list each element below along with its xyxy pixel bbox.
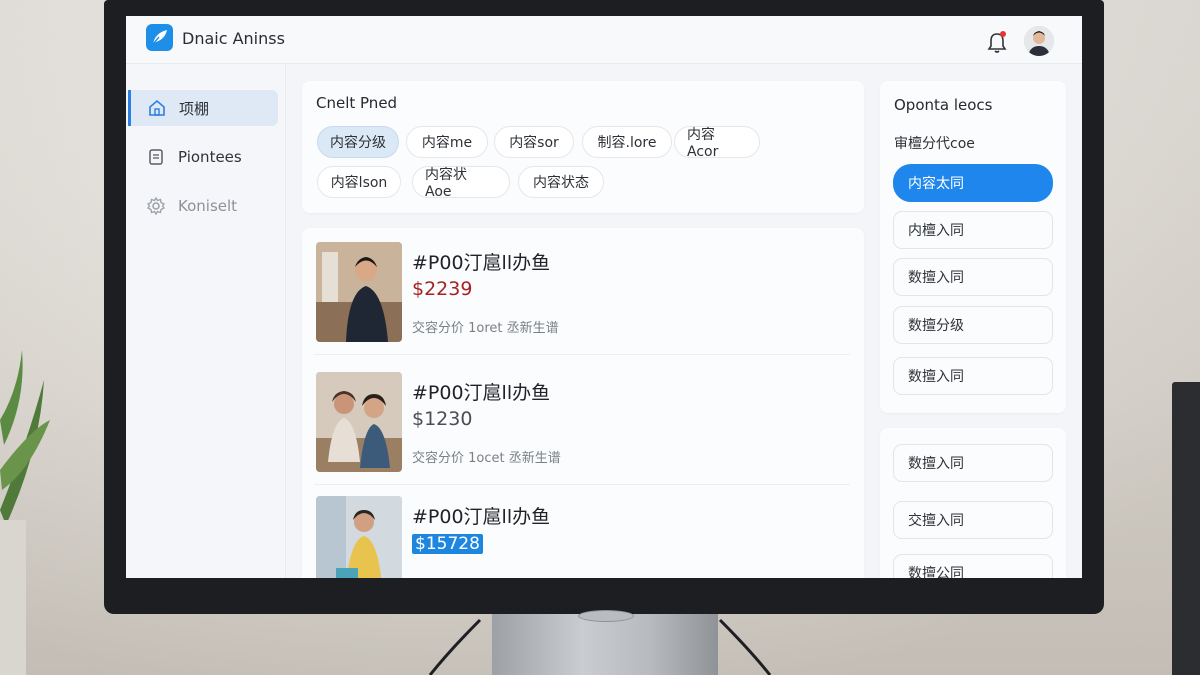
- background-object: [1172, 382, 1200, 675]
- item-list: #P00汀扈ll办鱼 $2239 交容分价 1oret 丞新生谱 #P00汀扈l…: [302, 228, 864, 578]
- item-meta: 交容分价 1ocet 丞新生谱: [412, 451, 561, 466]
- filter-chip[interactable]: 内容lson: [317, 166, 401, 198]
- option-button[interactable]: 数擅公同: [893, 554, 1053, 578]
- sidebar-item-home[interactable]: 项棚: [128, 90, 278, 126]
- options-panel-secondary: 数擅入同 交擅入同 数擅公同: [880, 428, 1066, 578]
- list-item[interactable]: #P00汀扈ll办鱼 $2239 交容分价 1oret 丞新生谱: [314, 228, 850, 346]
- options-panel-title: Oponta leocs: [894, 96, 993, 114]
- gear-icon: [147, 196, 165, 216]
- item-price: $1230: [412, 408, 473, 430]
- stand-ring: [578, 610, 634, 622]
- option-button[interactable]: 内容太同: [893, 164, 1053, 202]
- app-logo-icon[interactable]: [146, 24, 173, 51]
- sidebar-item-label: Piontees: [178, 148, 242, 166]
- filter-chip[interactable]: 内容分级: [317, 126, 399, 158]
- options-panel-subtitle: 审檀分代coe: [894, 136, 975, 152]
- item-title: #P00汀扈ll办鱼: [412, 506, 551, 528]
- user-avatar[interactable]: [1024, 26, 1054, 56]
- screen: Dnaic Aninss 项棚 Piontees Koniselt Cnelt …: [126, 16, 1082, 578]
- notification-dot: [1000, 31, 1006, 37]
- filter-chip[interactable]: 内容me: [406, 126, 488, 158]
- app-title: Dnaic Aninss: [182, 29, 285, 48]
- list-item[interactable]: #P00汀扈ll办鱼 $15728: [314, 482, 850, 578]
- document-icon: [149, 149, 163, 165]
- filter-panel: Cnelt Pned 内容分级 内容me 内容sor 制容.lore 内容 Ac…: [302, 81, 864, 213]
- filter-chip[interactable]: 内容 Acor: [674, 126, 760, 160]
- item-price-highlighted: $15728: [412, 534, 483, 554]
- item-thumbnail: [316, 372, 402, 472]
- item-thumbnail: [316, 242, 402, 342]
- option-button[interactable]: 数擅入同: [893, 444, 1053, 482]
- list-item[interactable]: #P00汀扈ll办鱼 $1230 交容分价 1ocet 丞新生谱: [314, 358, 850, 476]
- notification-bell-icon[interactable]: [986, 30, 1008, 54]
- option-button[interactable]: 数擅入同: [893, 258, 1053, 296]
- filter-chip[interactable]: 内容状态: [518, 166, 604, 198]
- sidebar: 项棚 Piontees Koniselt: [126, 64, 286, 578]
- list-divider: [314, 354, 850, 355]
- sidebar-item-label: 项棚: [179, 99, 210, 118]
- option-button[interactable]: 交擅入同: [893, 501, 1053, 539]
- sidebar-item-label: Koniselt: [178, 197, 238, 215]
- plant-leaves: [0, 350, 50, 675]
- filter-chip[interactable]: 内容状 Aoe: [412, 166, 510, 200]
- item-price: $15728: [412, 532, 483, 554]
- top-bar: Dnaic Aninss: [126, 16, 1082, 64]
- item-meta: 交容分价 1oret 丞新生谱: [412, 321, 559, 336]
- filter-chip[interactable]: 内容sor: [494, 126, 574, 158]
- item-thumbnail: [316, 496, 402, 578]
- option-button[interactable]: 数擅入同: [893, 357, 1053, 395]
- options-panel: Oponta leocs 审檀分代coe 内容太同 内檀入同 数擅入同 数擅分级…: [880, 81, 1066, 413]
- item-title: #P00汀扈ll办鱼: [412, 252, 551, 274]
- home-icon: [149, 99, 165, 116]
- item-title: #P00汀扈ll办鱼: [412, 382, 551, 404]
- sidebar-item-koniselt[interactable]: Koniselt: [128, 188, 278, 224]
- item-price: $2239: [412, 278, 473, 300]
- option-button[interactable]: 数擅分级: [893, 306, 1053, 344]
- filter-panel-title: Cnelt Pned: [316, 94, 398, 112]
- option-button[interactable]: 内檀入同: [893, 211, 1053, 249]
- filter-chip[interactable]: 制容.lore: [582, 126, 672, 158]
- sidebar-item-piontees[interactable]: Piontees: [128, 139, 278, 175]
